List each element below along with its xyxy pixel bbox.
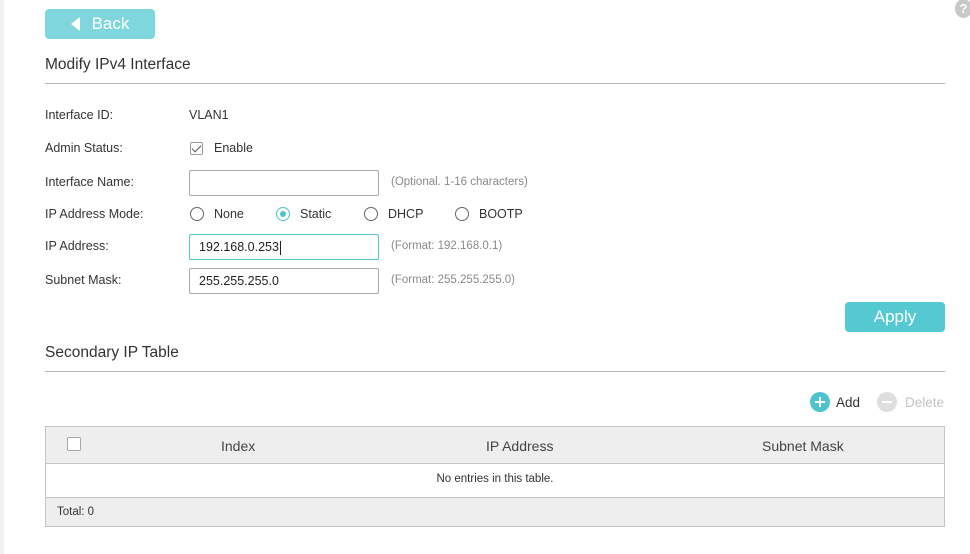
modify-section-title: Modify IPv4 Interface <box>45 56 191 73</box>
interface-name-label: Interface Name: <box>45 175 134 189</box>
left-edge-divider <box>0 0 4 554</box>
add-button-label: Add <box>836 394 861 410</box>
ip-mode-none-radio[interactable] <box>190 207 204 221</box>
subnet-mask-label: Subnet Mask: <box>45 273 122 287</box>
empty-table-message: No entries in this table. <box>46 464 944 498</box>
column-header-subnet-mask[interactable]: Subnet Mask <box>762 438 844 454</box>
secondary-ip-section-divider <box>45 371 945 372</box>
interface-name-hint: (Optional. 1-16 characters) <box>391 176 528 188</box>
interface-name-input[interactable] <box>189 170 379 196</box>
minus-circle-icon <box>877 392 897 412</box>
secondary-ip-section-title: Secondary IP Table <box>45 344 179 361</box>
ip-mode-bootp-radio[interactable] <box>455 207 469 221</box>
help-icon[interactable]: ? <box>955 0 970 18</box>
back-button[interactable]: Back <box>45 9 155 39</box>
ip-mode-dhcp-radio[interactable] <box>364 207 378 221</box>
text-caret <box>279 240 281 255</box>
plus-circle-icon <box>810 392 830 412</box>
back-button-label: Back <box>91 14 130 33</box>
secondary-ip-table: Index IP Address Subnet Mask No entries … <box>45 426 945 527</box>
delete-button-label: Delete <box>905 394 945 410</box>
admin-status-checkbox[interactable] <box>190 142 203 155</box>
admin-status-label: Admin Status: <box>45 141 123 155</box>
ip-address-hint: (Format: 192.168.0.1) <box>391 240 503 252</box>
modify-section-divider <box>45 83 945 84</box>
ip-mode-bootp-label[interactable]: BOOTP <box>479 207 523 221</box>
ip-address-input[interactable]: 192.168.0.253 <box>189 234 379 260</box>
delete-button[interactable]: Delete <box>877 392 944 412</box>
ip-mode-none-label[interactable]: None <box>214 207 244 221</box>
ip-address-label: IP Address: <box>45 239 109 253</box>
column-header-ip-address[interactable]: IP Address <box>486 438 553 454</box>
subnet-mask-hint: (Format: 255.255.255.0) <box>391 274 516 286</box>
back-arrow-icon <box>70 17 80 31</box>
interface-id-label: Interface ID: <box>45 108 114 122</box>
apply-button[interactable]: Apply <box>845 302 945 332</box>
select-all-checkbox[interactable] <box>67 437 81 451</box>
admin-status-enable-label[interactable]: Enable <box>214 141 253 155</box>
column-header-index[interactable]: Index <box>221 438 255 454</box>
ip-mode-static-label[interactable]: Static <box>300 207 331 221</box>
ip-address-value: 192.168.0.253 <box>199 240 279 254</box>
ip-mode-static-radio[interactable] <box>276 207 290 221</box>
table-header: Index IP Address Subnet Mask <box>46 427 944 464</box>
subnet-mask-input[interactable]: 255.255.255.0 <box>189 268 379 294</box>
table-total: Total: 0 <box>46 498 944 526</box>
ip-mode-label: IP Address Mode: <box>45 207 144 221</box>
interface-id-value: VLAN1 <box>189 108 229 122</box>
ip-mode-dhcp-label[interactable]: DHCP <box>388 207 423 221</box>
add-button[interactable]: Add <box>810 392 860 412</box>
